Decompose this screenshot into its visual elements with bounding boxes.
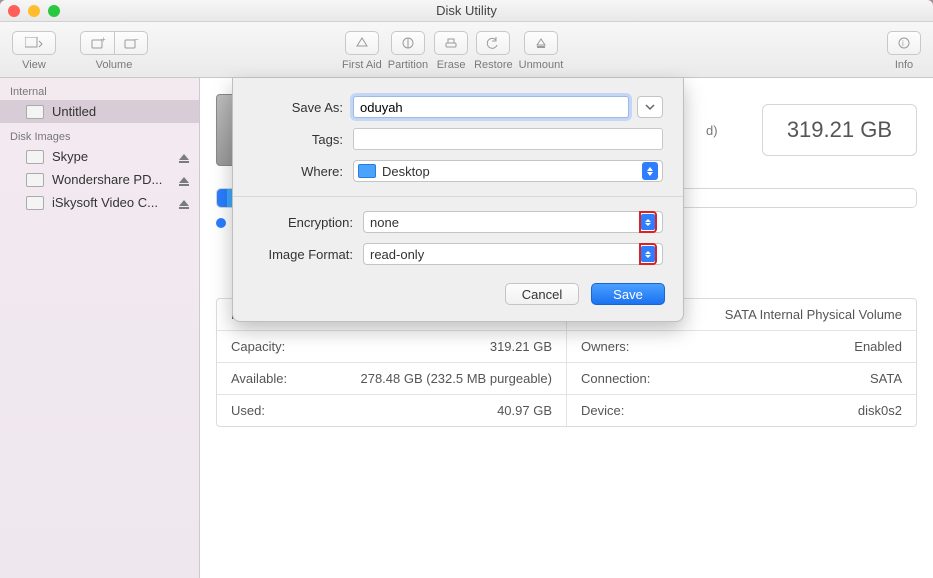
info-value: disk0s2 — [858, 403, 902, 418]
sidebar-item-untitled[interactable]: Untitled — [0, 100, 199, 123]
sidebar-item-label: Untitled — [52, 104, 96, 119]
tags-label: Tags: — [253, 132, 343, 147]
info-label: Available: — [231, 371, 287, 386]
eject-icon[interactable] — [179, 177, 189, 183]
select-arrows-highlight — [639, 211, 657, 233]
info-button[interactable]: i — [887, 31, 921, 55]
toolbar-unmount-label: Unmount — [519, 59, 564, 71]
sidebar-item-wondershare[interactable]: Wondershare PD... — [0, 168, 199, 191]
erase-button[interactable] — [434, 31, 468, 55]
toolbar-volume-group: + − Volume — [80, 31, 148, 71]
folder-icon — [358, 164, 376, 178]
info-label: Used: — [231, 403, 265, 418]
select-arrows-highlight — [639, 243, 657, 265]
dmg-icon — [26, 173, 44, 187]
dmg-icon — [26, 150, 44, 164]
capacity-segment-a — [217, 189, 227, 207]
info-value: 40.97 GB — [497, 403, 552, 418]
where-label: Where: — [253, 164, 343, 179]
volume-remove-button[interactable]: − — [114, 31, 148, 55]
info-value: 319.21 GB — [490, 339, 552, 354]
info-label: Connection: — [581, 371, 650, 386]
sidebar-section-images: Disk Images — [0, 123, 199, 145]
encryption-label: Encryption: — [253, 215, 353, 230]
info-value: SATA — [870, 371, 902, 386]
sidebar-section-internal: Internal — [0, 78, 199, 100]
svg-text:+: + — [101, 36, 106, 44]
expand-button[interactable] — [637, 96, 663, 118]
save-as-label: Save As: — [253, 100, 343, 115]
sidebar-item-skype[interactable]: Skype — [0, 145, 199, 168]
format-value: read-only — [370, 247, 424, 262]
unmount-button[interactable] — [524, 31, 558, 55]
svg-text:−: − — [134, 36, 139, 44]
save-button[interactable]: Save — [591, 283, 665, 305]
disk-size-box: 319.21 GB — [762, 104, 917, 156]
info-label: Capacity: — [231, 339, 285, 354]
toolbar-info-group: i Info — [887, 31, 921, 71]
save-sheet: Save As: Tags: Where: Desktop — [232, 78, 684, 322]
tags-input[interactable] — [353, 128, 663, 150]
toolbar-restore-label: Restore — [474, 59, 513, 71]
sidebar-item-label: Wondershare PD... — [52, 172, 162, 187]
format-label: Image Format: — [253, 247, 353, 262]
dmg-icon — [26, 196, 44, 210]
toolbar-firstaid-label: First Aid — [342, 59, 382, 71]
toolbar-view-group: View — [12, 31, 56, 71]
partition-button[interactable] — [391, 31, 425, 55]
restore-button[interactable] — [476, 31, 510, 55]
toolbar: View + − Volume First Aid — [0, 22, 933, 78]
toolbar-partition-label: Partition — [388, 59, 428, 71]
where-select[interactable]: Desktop — [353, 160, 663, 182]
encryption-value: none — [370, 215, 399, 230]
sidebar-item-label: Skype — [52, 149, 88, 164]
volume-add-button[interactable]: + — [80, 31, 114, 55]
eject-icon[interactable] — [179, 154, 189, 160]
where-value: Desktop — [382, 164, 430, 179]
info-value: Enabled — [854, 339, 902, 354]
svg-text:i: i — [902, 39, 904, 48]
eject-icon[interactable] — [179, 200, 189, 206]
sidebar-item-iskysoft[interactable]: iSkysoft Video C... — [0, 191, 199, 214]
cancel-button[interactable]: Cancel — [505, 283, 579, 305]
toolbar-erase-label: Erase — [437, 59, 466, 71]
save-as-input[interactable] — [353, 96, 629, 118]
view-button[interactable] — [12, 31, 56, 55]
toolbar-center-cluster: First Aid Partition Erase — [342, 31, 563, 71]
window-title: Disk Utility — [0, 3, 933, 18]
encryption-select[interactable]: none — [363, 211, 663, 233]
format-select[interactable]: read-only — [363, 243, 663, 265]
toolbar-view-label: View — [22, 59, 46, 71]
info-label: Owners: — [581, 339, 629, 354]
toolbar-info-label: Info — [895, 59, 913, 71]
first-aid-button[interactable] — [345, 31, 379, 55]
toolbar-volume-label: Volume — [96, 59, 133, 71]
sidebar-item-label: iSkysoft Video C... — [52, 195, 158, 210]
legend-dot-a — [216, 218, 226, 228]
disk-utility-window: Disk Utility View + − Volume — [0, 0, 933, 578]
chevron-updown-icon — [642, 162, 658, 180]
info-label: Device: — [581, 403, 624, 418]
sidebar: Internal Untitled Disk Images Skype Wond… — [0, 78, 200, 578]
disk-icon — [26, 105, 44, 119]
info-value: SATA Internal Physical Volume — [725, 307, 902, 322]
titlebar: Disk Utility — [0, 0, 933, 22]
info-value: 278.48 GB (232.5 MB purgeable) — [360, 371, 552, 386]
